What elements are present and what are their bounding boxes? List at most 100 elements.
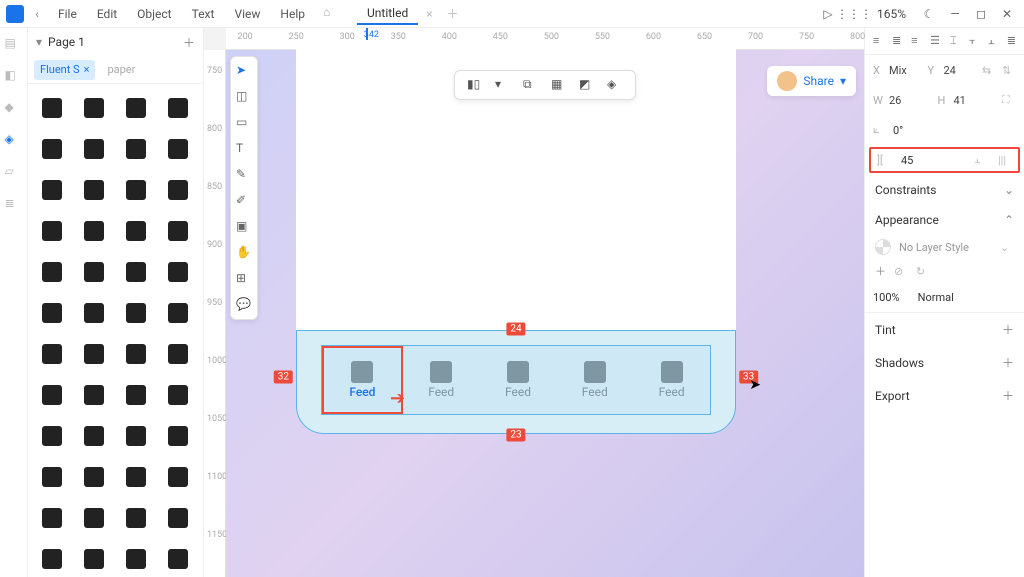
library-icon[interactable] bbox=[161, 500, 196, 535]
layers-icon[interactable]: ▤ bbox=[5, 36, 23, 54]
library-icon[interactable] bbox=[119, 131, 154, 166]
library-icon[interactable] bbox=[161, 295, 196, 330]
share-pill[interactable]: Share ▾ bbox=[767, 66, 856, 96]
library-icon[interactable] bbox=[119, 295, 154, 330]
library-icon[interactable] bbox=[161, 418, 196, 453]
library-icon[interactable] bbox=[76, 418, 111, 453]
library-icon[interactable] bbox=[76, 459, 111, 494]
y-field[interactable]: Y24 bbox=[928, 64, 977, 77]
close-window-icon[interactable]: ✕ bbox=[996, 3, 1018, 25]
distribute-h-icon[interactable]: ⫠ bbox=[974, 153, 988, 167]
library-icon[interactable] bbox=[76, 90, 111, 125]
home-icon[interactable]: ⌂ bbox=[323, 5, 341, 23]
comment-tool-icon[interactable]: 💬 bbox=[236, 297, 252, 313]
w-field[interactable]: W26 bbox=[873, 94, 932, 107]
library-icon[interactable] bbox=[161, 459, 196, 494]
library-icon[interactable] bbox=[161, 172, 196, 207]
gap-control-highlighted[interactable]: ][ 45 ⫠ ||| bbox=[869, 147, 1020, 173]
maximize-icon[interactable]: ◻ bbox=[970, 3, 992, 25]
add-style-icon[interactable]: ＋ bbox=[875, 263, 886, 279]
library-icon[interactable] bbox=[119, 541, 154, 576]
add-page-icon[interactable]: ＋ bbox=[183, 34, 195, 51]
h-field[interactable]: H41 bbox=[938, 94, 997, 107]
filter-chip-active[interactable]: Fluent S × bbox=[34, 60, 95, 80]
tabbar-selection[interactable]: 24 23 32 33 ➤ Feed ➔ Feed bbox=[296, 330, 736, 434]
align-bottom-icon[interactable]: ⫠ bbox=[988, 34, 997, 48]
align-middle-icon[interactable]: ⫟ bbox=[969, 34, 978, 48]
rect-tool-icon[interactable]: ▭ bbox=[236, 115, 252, 131]
align-right-icon[interactable]: ≡ bbox=[911, 34, 920, 48]
library-icon[interactable] bbox=[34, 90, 69, 125]
blend-mode[interactable]: Normal bbox=[918, 291, 954, 304]
back-button[interactable]: ‹ bbox=[28, 5, 46, 23]
frame-tool-icon[interactable]: ◫ bbox=[236, 89, 252, 105]
library-icon[interactable] bbox=[34, 131, 69, 166]
minimize-icon[interactable]: ― bbox=[944, 3, 966, 25]
library-icon[interactable] bbox=[119, 418, 154, 453]
tab-item[interactable]: Feed bbox=[403, 346, 480, 414]
opt-grid-icon[interactable]: ▦ bbox=[551, 77, 567, 93]
library-icon[interactable] bbox=[161, 131, 196, 166]
page-selector[interactable]: ▾ Page 1 ＋ bbox=[28, 28, 203, 56]
library-icon[interactable] bbox=[34, 336, 69, 371]
library-icon[interactable] bbox=[76, 336, 111, 371]
library-icon[interactable] bbox=[34, 377, 69, 412]
library-icon[interactable] bbox=[76, 541, 111, 576]
shadows-section[interactable]: Shadows ＋ bbox=[865, 346, 1024, 379]
styles-icon[interactable]: ▱ bbox=[5, 164, 23, 182]
close-tab-icon[interactable]: × bbox=[426, 7, 432, 21]
check-icon[interactable]: ⊘ bbox=[894, 265, 908, 278]
library-icon[interactable] bbox=[161, 254, 196, 289]
chip-close-icon[interactable]: × bbox=[84, 63, 90, 76]
add-shadow-icon[interactable]: ＋ bbox=[1002, 354, 1014, 371]
library-icon[interactable] bbox=[161, 541, 196, 576]
image-tool-icon[interactable]: ▣ bbox=[236, 219, 252, 235]
opt-mask-icon[interactable]: ◩ bbox=[579, 77, 595, 93]
lock-ratio-icon[interactable]: ⛶ bbox=[1002, 93, 1016, 107]
library-icon[interactable] bbox=[34, 295, 69, 330]
add-tint-icon[interactable]: ＋ bbox=[1002, 321, 1014, 338]
library-icon[interactable] bbox=[76, 254, 111, 289]
layer-style-row[interactable]: No Layer Style ⌄ bbox=[865, 235, 1024, 259]
pen-tool-icon[interactable]: ✎ bbox=[236, 167, 252, 183]
library-icon[interactable] bbox=[34, 254, 69, 289]
canvas-viewport[interactable]: ➤ ◫ ▭ T ✎ ✐ ▣ ✋ ⊞ 💬 ▮▯ ▾ ⧉ ▦ ◩ bbox=[226, 50, 864, 577]
library-icon[interactable] bbox=[34, 541, 69, 576]
library-icon[interactable] bbox=[119, 90, 154, 125]
align-left-icon[interactable]: ≡ bbox=[873, 34, 882, 48]
theme-icon[interactable]: ☾ bbox=[918, 3, 940, 25]
opt-diamond-icon[interactable]: ◈ bbox=[607, 77, 623, 93]
library-icon[interactable] bbox=[34, 418, 69, 453]
opt-stack-icon[interactable]: ▮▯ bbox=[467, 77, 483, 93]
library-icon[interactable] bbox=[161, 377, 196, 412]
rotation-value[interactable]: 0° bbox=[893, 124, 903, 137]
app-logo[interactable] bbox=[6, 5, 24, 23]
pencil-tool-icon[interactable]: ✐ bbox=[236, 193, 252, 209]
components-icon[interactable]: ◆ bbox=[5, 100, 23, 118]
x-field[interactable]: XMix bbox=[873, 64, 922, 77]
align-center-icon[interactable]: ≣ bbox=[892, 34, 901, 48]
distribute-v-icon[interactable]: ||| bbox=[998, 154, 1012, 167]
opt-dup-icon[interactable]: ⧉ bbox=[523, 77, 539, 93]
menu-help[interactable]: Help bbox=[272, 4, 313, 24]
text-tool-icon[interactable]: T bbox=[236, 141, 252, 157]
library-icon[interactable] bbox=[119, 336, 154, 371]
constraints-section[interactable]: Constraints ⌄ bbox=[865, 175, 1024, 205]
library-icon[interactable] bbox=[161, 336, 196, 371]
library-icon[interactable] bbox=[76, 377, 111, 412]
align-top-icon[interactable]: ⌶ bbox=[950, 34, 959, 48]
library-icon[interactable] bbox=[119, 172, 154, 207]
document-tab[interactable]: Untitled bbox=[357, 3, 418, 25]
library-icon[interactable] bbox=[119, 459, 154, 494]
library-icon[interactable] bbox=[76, 131, 111, 166]
distribute-icon[interactable]: ≣ bbox=[1007, 34, 1016, 48]
library-icon[interactable] bbox=[34, 213, 69, 248]
opacity-value[interactable]: 100% bbox=[873, 291, 900, 304]
library-icon[interactable] bbox=[161, 90, 196, 125]
menu-text[interactable]: Text bbox=[184, 4, 223, 24]
export-section[interactable]: Export ＋ bbox=[865, 379, 1024, 412]
library-icon[interactable] bbox=[119, 377, 154, 412]
library-icon[interactable] bbox=[119, 254, 154, 289]
tab-item[interactable]: Feed bbox=[480, 346, 557, 414]
library-icon[interactable] bbox=[34, 172, 69, 207]
